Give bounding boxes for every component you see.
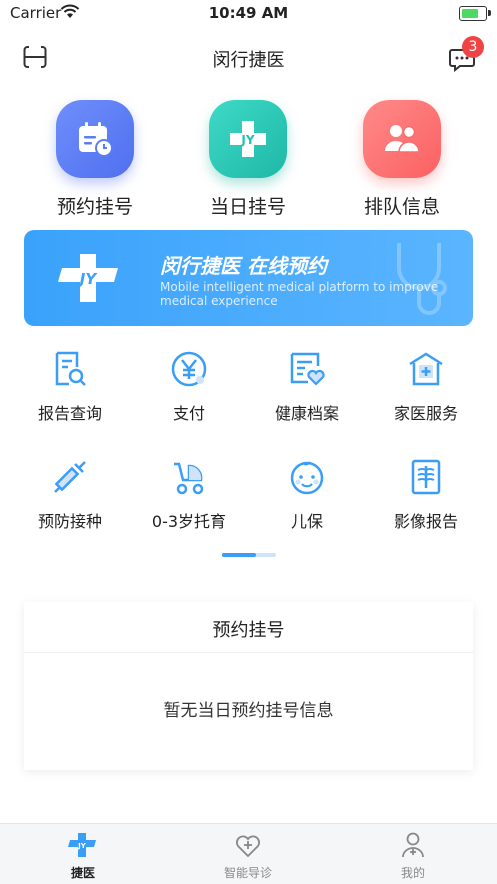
feature-label: 预约挂号	[56, 196, 133, 218]
divider	[24, 652, 473, 653]
jy-logo-icon: JY	[56, 252, 126, 308]
calendar-clock-icon	[56, 100, 134, 178]
tab-home[interactable]: JY 捷医	[33, 832, 133, 881]
grid-imaging-report[interactable]: 影像报告	[371, 458, 481, 532]
grid-vaccination[interactable]: 预防接种	[15, 458, 125, 532]
tab-bar: JY 捷医 智能导诊 我的	[0, 823, 497, 884]
xray-icon	[411, 459, 441, 495]
grid-label: 0-3岁托育	[151, 512, 227, 531]
health-record-icon	[290, 352, 325, 386]
tab-smart-guide[interactable]: 智能导诊	[198, 832, 298, 881]
report-search-icon	[55, 351, 86, 386]
banner-title: 闵行捷医 在线预约	[160, 254, 327, 278]
stroller-icon	[174, 462, 204, 495]
scan-icon[interactable]	[23, 45, 47, 69]
empty-state-text: 暂无当日预约挂号信息	[163, 701, 334, 721]
yen-payment-icon	[171, 351, 207, 387]
grid-childcare[interactable]: 0-3岁托育	[134, 458, 244, 532]
feature-same-day[interactable]: JY 当日挂号	[188, 100, 308, 219]
person-plus-icon	[402, 832, 424, 858]
grid-label: 家医服务	[393, 404, 458, 423]
page-title: 闵行捷医	[212, 50, 285, 71]
grid-label: 报告查询	[37, 404, 102, 423]
grid-label: 预防接种	[37, 512, 102, 531]
page-indicator	[222, 553, 276, 557]
grid-payment[interactable]: 支付	[134, 350, 244, 424]
grid-label: 健康档案	[274, 404, 339, 423]
syringe-icon	[54, 461, 86, 493]
svg-text:JY: JY	[77, 270, 99, 288]
people-icon	[363, 100, 441, 178]
appointment-card: 预约挂号 暂无当日预约挂号信息	[24, 602, 473, 770]
grid-label: 影像报告	[393, 512, 458, 531]
feature-label: 排队信息	[363, 196, 440, 218]
tab-label: 智能导诊	[223, 866, 272, 880]
promo-banner[interactable]: JY 闵行捷医 在线预约 Mobile intelligent medical …	[24, 230, 473, 326]
feature-queue[interactable]: 排队信息	[342, 100, 462, 219]
svg-text:JY: JY	[240, 133, 254, 147]
family-doctor-icon	[409, 352, 443, 386]
jy-cross-icon: JY	[209, 100, 287, 178]
jy-cross-icon: JY	[68, 833, 96, 857]
nav-bar: 闵行捷医 3	[0, 34, 497, 80]
battery-icon	[459, 6, 491, 21]
grid-label: 支付	[172, 404, 205, 423]
grid-report-query[interactable]: 报告查询	[15, 350, 125, 424]
grid-child-health[interactable]: 儿保	[252, 458, 362, 532]
card-title: 预约挂号	[212, 620, 285, 641]
feature-label: 当日挂号	[209, 196, 286, 218]
grid-health-record[interactable]: 健康档案	[252, 350, 362, 424]
feature-appointment[interactable]: 预约挂号	[35, 100, 155, 219]
svg-text:JY: JY	[77, 842, 87, 850]
grid-family-doctor[interactable]: 家医服务	[371, 350, 481, 424]
baby-face-icon	[290, 461, 324, 495]
heart-cross-icon	[236, 835, 260, 858]
stethoscope-icon	[389, 238, 459, 322]
status-bar: Carrier 10:49 AM	[0, 0, 497, 26]
tab-profile[interactable]: 我的	[363, 832, 463, 881]
message-badge: 3	[462, 36, 484, 58]
grid-label: 儿保	[290, 512, 323, 531]
tab-label: 捷医	[70, 866, 95, 880]
status-time: 10:49 AM	[208, 4, 289, 22]
tab-label: 我的	[400, 866, 425, 880]
